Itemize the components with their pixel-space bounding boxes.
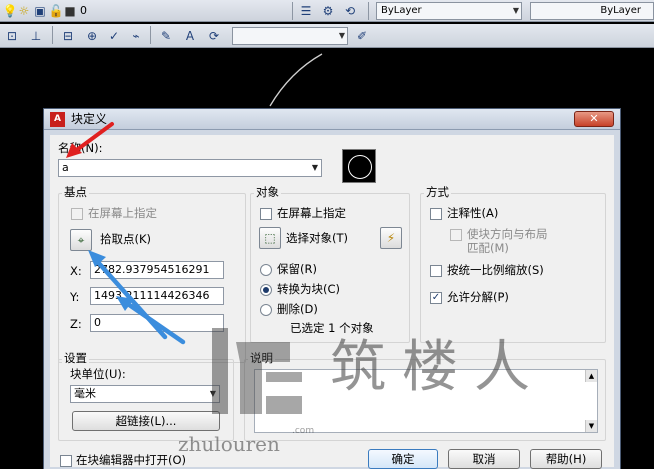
behavior-title: 方式 bbox=[424, 185, 451, 200]
scale-uniformly-label: 按统一比例缩放(S) bbox=[447, 263, 544, 277]
objects-specify-on-screen-checkbox[interactable] bbox=[260, 208, 272, 220]
toolbar-separator bbox=[292, 2, 293, 20]
allow-exploding-checkbox[interactable]: ✓ bbox=[430, 292, 442, 304]
scale-uniformly-checkbox[interactable] bbox=[430, 265, 442, 277]
quick-select-button[interactable]: ⚡ bbox=[380, 227, 402, 249]
dim-linear-icon[interactable]: ⊡ bbox=[4, 28, 20, 44]
block-preview bbox=[342, 149, 376, 183]
cancel-button[interactable]: 取消 bbox=[448, 449, 520, 469]
retain-label: 保留(R) bbox=[277, 262, 317, 276]
pick-point-button[interactable]: ⌖ bbox=[70, 229, 92, 251]
dialog-titlebar[interactable]: A 块定义 ✕ bbox=[44, 109, 620, 130]
dim-jogged-icon[interactable]: ⌁ bbox=[128, 28, 144, 44]
block-unit-select[interactable]: 毫米 ▼ bbox=[70, 385, 220, 403]
drawing-arc bbox=[269, 53, 323, 107]
annotative-checkbox[interactable] bbox=[430, 208, 442, 220]
objects-title: 对象 bbox=[254, 185, 281, 200]
open-in-editor-checkbox[interactable] bbox=[60, 455, 72, 467]
x-label: X: bbox=[70, 264, 82, 278]
retain-radio[interactable] bbox=[260, 264, 272, 276]
match-orientation-label: 使块方向与布局 bbox=[467, 227, 548, 241]
layer-freeze-icon[interactable]: ▣ bbox=[32, 3, 48, 19]
scroll-down-icon[interactable]: ▼ bbox=[585, 420, 597, 432]
delete-label: 删除(D) bbox=[277, 302, 318, 316]
ok-button[interactable]: 确定 bbox=[368, 449, 438, 469]
hyperlink-button[interactable]: 超链接(L)... bbox=[72, 411, 220, 431]
layer-current-value[interactable]: 0 bbox=[80, 3, 87, 19]
chevron-down-icon: ▼ bbox=[338, 31, 345, 40]
base-specify-on-screen-checkbox[interactable] bbox=[71, 208, 83, 220]
layer-previous-icon[interactable]: ⟲ bbox=[342, 3, 358, 19]
dim-check-icon[interactable]: ✓ bbox=[106, 28, 122, 44]
linetype-combo[interactable]: ByLayer ▼ bbox=[376, 2, 522, 20]
z-label: Z: bbox=[70, 317, 82, 331]
select-objects-button[interactable]: ⬚ bbox=[259, 227, 281, 249]
base-point-title: 基点 bbox=[62, 185, 89, 200]
pick-point-label: 拾取点(K) bbox=[100, 232, 152, 246]
open-in-editor-label: 在块编辑器中打开(O) bbox=[76, 453, 187, 467]
annotative-label: 注释性(A) bbox=[447, 206, 499, 220]
dim-style-combo[interactable]: ▼ bbox=[232, 27, 348, 45]
help-button[interactable]: 帮助(H) bbox=[530, 449, 602, 469]
settings-title: 设置 bbox=[62, 351, 89, 366]
scroll-up-icon[interactable]: ▲ bbox=[585, 370, 597, 382]
layer-color-icon[interactable]: ■ bbox=[62, 3, 78, 19]
block-name-value: a bbox=[62, 161, 69, 174]
allow-exploding-label: 允许分解(P) bbox=[447, 290, 509, 304]
toolbar-separator bbox=[150, 26, 151, 44]
convert-to-block-label: 转换为块(C) bbox=[277, 282, 341, 296]
linetype-value: ByLayer bbox=[381, 5, 422, 16]
block-name-combo[interactable]: a ▼ bbox=[58, 159, 322, 177]
dim-aligned-icon[interactable]: ⊟ bbox=[60, 28, 76, 44]
chevron-down-icon[interactable]: ▼ bbox=[312, 160, 318, 176]
y-label: Y: bbox=[70, 290, 80, 304]
lineweight-value: ByLayer bbox=[600, 5, 641, 16]
watermark-domain: .com bbox=[292, 426, 315, 436]
watermark-pinyin: zhulouren bbox=[178, 432, 280, 456]
autocad-logo-icon: A bbox=[50, 112, 65, 127]
dialog-title: 块定义 bbox=[71, 112, 108, 126]
dim-update-icon[interactable]: ⟳ bbox=[206, 28, 222, 44]
base-specify-on-screen-label: 在屏幕上指定 bbox=[88, 206, 157, 220]
drawing-canvas[interactable] bbox=[0, 48, 654, 108]
block-definition-dialog: A 块定义 ✕ 名称(N): a ▼ 基点 在屏幕上指定 ⌖ 拾取点(K) X:… bbox=[43, 108, 621, 469]
dim-text-edit-icon[interactable]: A bbox=[182, 28, 198, 44]
layer-toolbar: 💡 ☼ ▣ 🔓 ■ 0 ☰ ⚙ ⟲ ByLayer ▼ ByLayer bbox=[0, 0, 654, 22]
chevron-down-icon: ▼ bbox=[512, 6, 519, 15]
dialog-body: 名称(N): a ▼ 基点 在屏幕上指定 ⌖ 拾取点(K) X: 2782.93… bbox=[50, 135, 614, 469]
dim-edit-icon[interactable]: ✎ bbox=[158, 28, 174, 44]
y-coordinate-input[interactable]: 1493.211114426346 bbox=[90, 287, 224, 305]
x-coordinate-input[interactable]: 2782.937954516291 bbox=[90, 261, 224, 279]
dim-style-manager-icon[interactable]: ✐ bbox=[354, 28, 370, 44]
lineweight-combo[interactable]: ByLayer bbox=[530, 2, 654, 20]
match-orientation-label-2: 匹配(M) bbox=[467, 241, 509, 255]
dim-ordinate-icon[interactable]: ⊥ bbox=[28, 28, 44, 44]
toolbar-separator bbox=[368, 2, 369, 20]
toolbar-separator bbox=[52, 26, 53, 44]
sun-icon[interactable]: ☼ bbox=[16, 3, 32, 19]
watermark-text: 筑楼人 bbox=[330, 335, 546, 400]
convert-to-block-radio[interactable] bbox=[260, 284, 272, 296]
block-unit-label: 块单位(U): bbox=[70, 367, 126, 381]
select-objects-label: 选择对象(T) bbox=[286, 231, 348, 245]
dimension-toolbar: ⊡ ⊥ ⊟ ⊕ ✓ ⌁ ✎ A ⟳ ▼ ✐ bbox=[0, 24, 654, 48]
close-button[interactable]: ✕ bbox=[574, 111, 614, 127]
layer-states-icon[interactable]: ⚙ bbox=[320, 3, 336, 19]
delete-radio[interactable] bbox=[260, 304, 272, 316]
watermark-logo bbox=[212, 328, 302, 414]
z-coordinate-input[interactable]: 0 bbox=[90, 314, 224, 332]
name-label: 名称(N): bbox=[58, 141, 103, 155]
layer-properties-icon[interactable]: ☰ bbox=[298, 3, 314, 19]
match-orientation-checkbox[interactable] bbox=[450, 229, 462, 241]
objects-specify-on-screen-label: 在屏幕上指定 bbox=[277, 206, 346, 220]
dim-center-icon[interactable]: ⊕ bbox=[84, 28, 100, 44]
block-unit-value: 毫米 bbox=[74, 387, 96, 400]
